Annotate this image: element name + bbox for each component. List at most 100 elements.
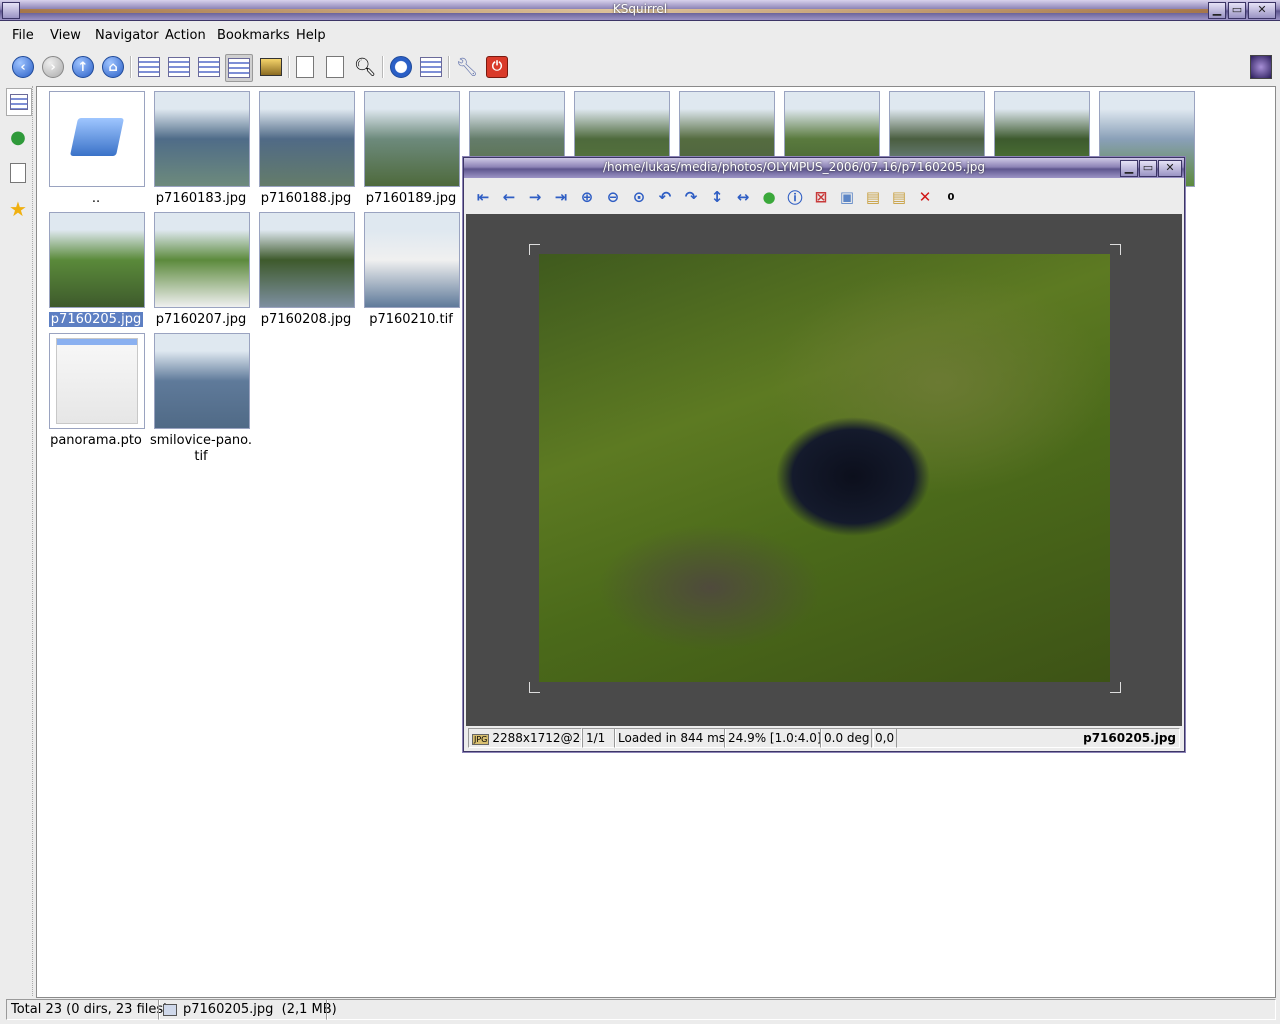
viewer-title: /home/lukas/media/photos/OLYMPUS_2006/07… — [602, 160, 986, 174]
slideshow-icon[interactable] — [388, 54, 414, 80]
document-icon — [49, 333, 145, 429]
file-name-text: p7160183.jpg — [155, 191, 247, 206]
home-icon[interactable]: ⌂ — [100, 54, 126, 80]
quit-icon[interactable]: ⏻ — [484, 54, 510, 80]
hint-bulb-icon[interactable]: ● — [758, 187, 780, 207]
menu-bookmarks[interactable]: Bookmarks — [217, 28, 290, 43]
menu-help[interactable]: Help — [296, 28, 326, 43]
page-tab-icon[interactable] — [6, 160, 30, 186]
status-zoom: 24.9% [1.0:4.0] — [724, 728, 822, 748]
forward-icon[interactable]: › — [40, 54, 66, 80]
thumbnail-image — [364, 91, 460, 187]
file-name-label: .. — [43, 191, 149, 207]
pages-menu-icon[interactable]: ▤ — [888, 187, 910, 207]
folder-icon — [49, 91, 145, 187]
menu-navigator[interactable]: Navigator — [95, 28, 159, 43]
thumbnail-image — [259, 91, 355, 187]
close-button[interactable]: ✕ — [1248, 2, 1276, 19]
viewer-title-bar: /home/lukas/media/photos/OLYMPUS_2006/07… — [464, 158, 1184, 178]
file-name-label: p7160205.jpg — [43, 312, 149, 328]
bookmarks-tab-icon[interactable]: ★ — [6, 196, 30, 222]
icon-view-icon[interactable] — [225, 54, 253, 82]
page-icon[interactable] — [322, 54, 348, 80]
status-index: 1/1 — [582, 728, 616, 748]
menu-bar: File View Navigator Action Bookmarks Hel… — [0, 22, 1280, 48]
status-bar: Total 23 (0 dirs, 23 files) p7160205.jpg… — [0, 998, 1280, 1020]
edit-tools-tab-icon[interactable]: ● — [6, 124, 30, 150]
file-name-text: p7160207.jpg — [155, 312, 247, 327]
thumbnail-image — [259, 212, 355, 308]
file-name-text: smilovice-pano. tif — [149, 433, 253, 464]
menu-action[interactable]: Action — [165, 28, 206, 43]
close-viewer-icon[interactable]: ✕ — [914, 187, 936, 207]
menu-view[interactable]: View — [50, 28, 81, 43]
fullscreen-icon[interactable]: ⊠ — [810, 187, 832, 207]
first-image-icon[interactable]: ⇤ — [472, 187, 494, 207]
crop-corner-mark — [529, 682, 540, 693]
file-name-text: p7160208.jpg — [260, 312, 352, 327]
flip-horizontal-icon[interactable]: ↔ — [732, 187, 754, 207]
file-name-label: p7160210.tif — [358, 312, 464, 328]
thumbnail-image — [364, 212, 460, 308]
thumbnail-image — [154, 333, 250, 429]
thumbnail-view-icon[interactable] — [136, 54, 162, 80]
crop-corner-mark — [1110, 244, 1121, 255]
file-name-text: panorama.pto — [50, 433, 142, 448]
zoom-menu-icon[interactable]: ⊙ — [628, 187, 650, 207]
file-name-label: panorama.pto — [43, 433, 149, 449]
properties-icon[interactable] — [418, 54, 444, 80]
status-empty — [326, 999, 1276, 1020]
viewer-maximize-button[interactable]: ▭ — [1139, 160, 1157, 177]
zoom-out-icon[interactable]: ⊖ — [602, 187, 624, 207]
image-info-icon[interactable]: ⓘ — [784, 187, 806, 207]
beetle-photo — [539, 254, 1110, 682]
toolbar-separator — [130, 56, 132, 78]
file-name-text: p7160205.jpg — [48, 312, 144, 327]
find-icon[interactable]: 🔍︎ — [352, 54, 378, 80]
settings-icon[interactable]: 🔧︎ — [454, 54, 480, 80]
next-image-icon[interactable]: → — [524, 187, 546, 207]
image-canvas[interactable] — [466, 214, 1182, 726]
file-name-label: p7160208.jpg — [253, 312, 359, 328]
filesystem-tab-icon[interactable] — [6, 88, 32, 116]
status-dimensions: JPG 2288x1712@24 — [468, 728, 582, 748]
new-page-icon[interactable] — [292, 54, 318, 80]
thumbnail-image — [154, 212, 250, 308]
window-title: KSquirrel — [612, 2, 668, 16]
status-file-name: p7160205.jpg — [183, 1002, 274, 1017]
detail-view-icon[interactable] — [196, 54, 222, 80]
crop-corner-mark — [1110, 682, 1121, 693]
menu-file[interactable]: File — [12, 28, 34, 43]
zoom-in-icon[interactable]: ⊕ — [576, 187, 598, 207]
thumbnails-menu-icon[interactable]: ▤ — [862, 187, 884, 207]
file-name-label: p7160207.jpg — [148, 312, 254, 328]
title-bar: KSquirrel ▁ ▭ ✕ — [0, 0, 1280, 21]
rotate-right-icon[interactable]: ↷ — [680, 187, 702, 207]
up-icon[interactable]: ↑ — [70, 54, 96, 80]
viewer-minimize-button[interactable]: ▁ — [1120, 160, 1138, 177]
thumbnail-image — [154, 91, 250, 187]
status-total: Total 23 (0 dirs, 23 files) — [6, 999, 168, 1020]
maximize-button[interactable]: ▭ — [1228, 2, 1246, 19]
back-icon[interactable]: ‹ — [10, 54, 36, 80]
previous-image-icon[interactable]: ← — [498, 187, 520, 207]
save-icon[interactable]: ▣ — [836, 187, 858, 207]
flip-vertical-icon[interactable]: ↕ — [706, 187, 728, 207]
main-toolbar: ‹ › ↑ ⌂ 🔍︎ 🔧︎ ⏻ — [0, 50, 1280, 84]
viewer-toolbar: ⇤ ← → ⇥ ⊕ ⊖ ⊙ ↶ ↷ ↕ ↔ ● ⓘ ⊠ ▣ ▤ ▤ ✕ 0 — [464, 180, 1184, 214]
rotate-left-icon[interactable]: ↶ — [654, 187, 676, 207]
status-load-time: Loaded in 844 ms. — [614, 728, 726, 748]
viewer-close-button[interactable]: ✕ — [1158, 160, 1182, 177]
image-viewer-window: /home/lukas/media/photos/OLYMPUS_2006/07… — [463, 157, 1185, 752]
list-view-icon[interactable] — [166, 54, 192, 80]
file-name-text: p7160188.jpg — [260, 191, 352, 206]
jpg-format-icon: JPG — [472, 734, 490, 745]
file-name-text: p7160210.tif — [369, 312, 453, 327]
image-edit-icon[interactable] — [258, 54, 284, 80]
dimensions-text: 2288x1712@24 — [492, 731, 582, 745]
last-image-icon[interactable]: ⇥ — [550, 187, 572, 207]
left-sidebar: ● ★ — [4, 86, 33, 996]
minimize-button[interactable]: ▁ — [1208, 2, 1226, 19]
file-name-label: p7160189.jpg — [358, 191, 464, 207]
frame-counter: 0 — [947, 191, 955, 203]
